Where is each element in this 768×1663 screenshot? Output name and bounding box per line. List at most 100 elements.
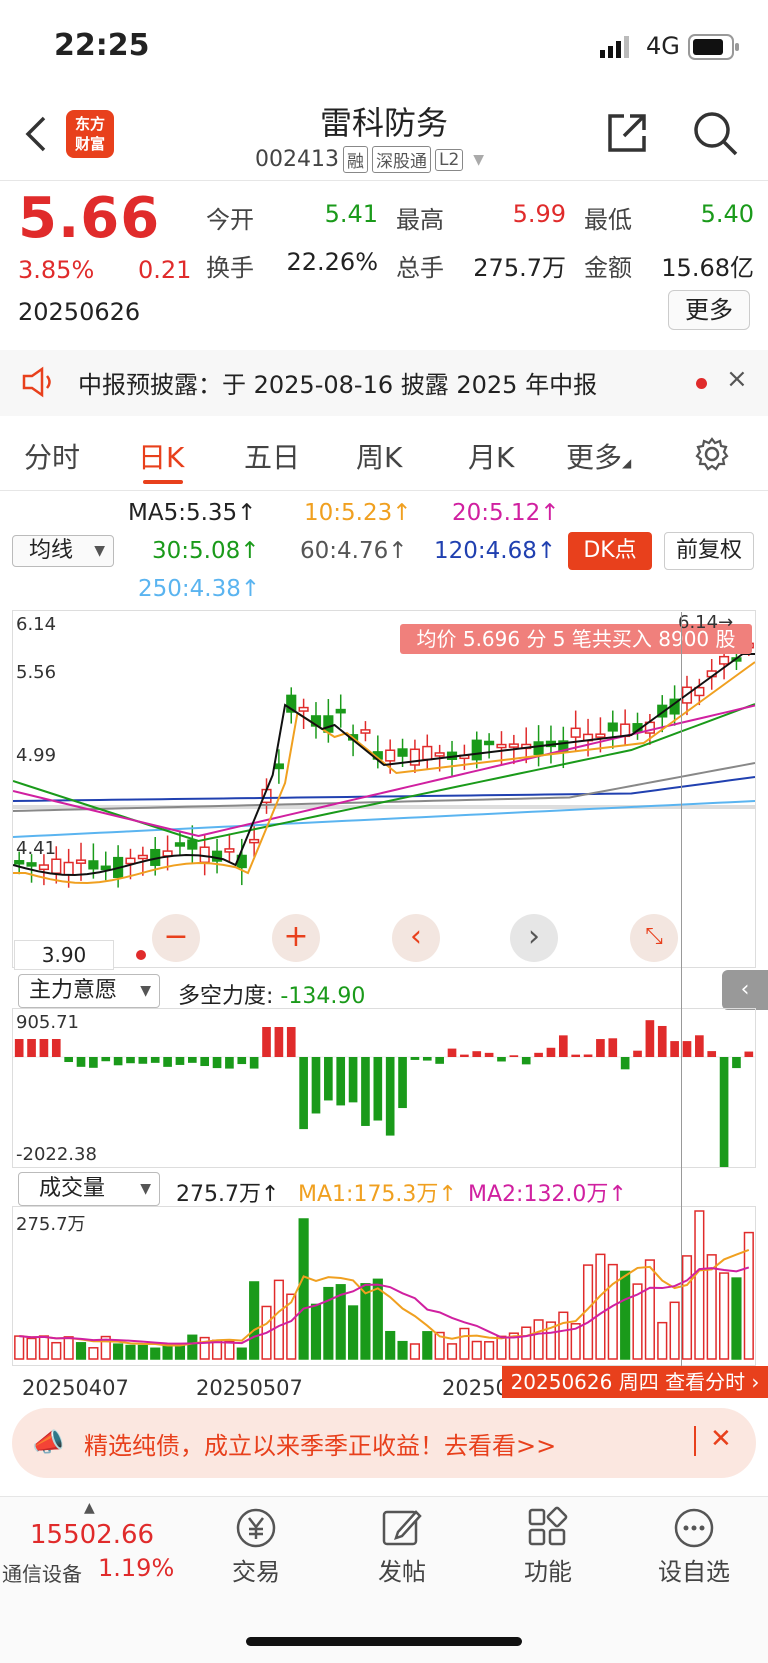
volume-selector[interactable]: 成交量 ▼ <box>18 1172 160 1206</box>
tab-more[interactable]: 更多◢ <box>566 436 631 476</box>
indicator-bar <box>435 1057 444 1064</box>
indicator-bar <box>695 1035 704 1057</box>
tab-monthly-k[interactable]: 月K <box>468 436 514 476</box>
low-price-box: 3.90 <box>14 940 114 970</box>
indicator-bar <box>670 1041 679 1057</box>
caret-down-icon: ▼ <box>473 151 485 168</box>
indicator-bar <box>51 1039 61 1057</box>
nav-add-watchlist[interactable]: 设自选 <box>624 1506 764 1587</box>
signal-icon <box>600 36 636 62</box>
volume-readout: 275.7万↑ <box>176 1182 280 1207</box>
indicator-bar <box>76 1057 86 1067</box>
tab-daily-k[interactable]: 日K <box>138 436 184 476</box>
notice-dot <box>696 378 707 389</box>
nav-trade[interactable]: 交易 <box>186 1506 326 1587</box>
volume-bar <box>607 1263 618 1360</box>
fullscreen-button[interactable]: ⤡ <box>630 914 678 962</box>
pan-right-button[interactable]: › <box>510 914 558 962</box>
candle-body <box>484 740 495 746</box>
notice-close-button[interactable]: × <box>726 364 748 394</box>
ma10-line <box>13 661 755 884</box>
indicator-bar <box>596 1039 605 1057</box>
open-value: 5.41 <box>324 200 378 228</box>
adjust-button[interactable]: 前复权 <box>664 532 754 570</box>
volume-bar <box>731 1277 742 1360</box>
share-icon[interactable] <box>604 110 650 156</box>
home-indicator <box>246 1637 522 1646</box>
tab-five-day[interactable]: 五日 <box>244 436 300 476</box>
candle-body <box>595 733 606 738</box>
candle-body <box>607 722 618 732</box>
volume-bar <box>360 1283 371 1360</box>
x-date-1: 20250407 <box>22 1376 129 1400</box>
tab-weekly-k[interactable]: 周K <box>356 436 402 476</box>
index-percent[interactable]: 1.19% <box>98 1554 174 1582</box>
stock-code: 002413 <box>255 147 339 172</box>
yen-circle-icon <box>186 1506 326 1552</box>
candle-body <box>187 839 198 850</box>
y-label-3: 4.99 <box>16 745 57 766</box>
volume-bar <box>125 1344 136 1360</box>
ma-selector[interactable]: 均线 ▼ <box>12 535 114 567</box>
volume-bar <box>422 1331 433 1360</box>
high-label: 最高 <box>396 206 444 234</box>
volume-bar <box>694 1210 705 1360</box>
zoom-out-button[interactable]: − <box>152 914 200 962</box>
collapse-tab[interactable]: ‹ <box>722 970 768 1010</box>
candle-body <box>51 858 62 874</box>
indicator-selector[interactable]: 主力意愿 ▼ <box>18 974 160 1008</box>
indicator-bar <box>348 1057 358 1103</box>
indicator-bar <box>27 1039 36 1057</box>
indicator-bar <box>534 1052 543 1057</box>
kline-chart[interactable] <box>12 610 756 968</box>
tag-connect: 深股通 <box>371 146 431 173</box>
candle-body <box>125 857 136 865</box>
stock-code-row[interactable]: 002413 融 深股通 L2 ▼ <box>255 146 484 173</box>
index-value[interactable]: 15502.66 <box>30 1520 154 1550</box>
caret-icon: ◢ <box>622 456 632 470</box>
candle-body <box>63 861 74 876</box>
ad-close-button[interactable]: ✕ <box>710 1424 732 1454</box>
candle-body <box>75 859 87 864</box>
indicator-chart[interactable] <box>12 1008 756 1168</box>
volume-bar <box>249 1281 260 1360</box>
indicator-bar <box>645 1020 655 1057</box>
candle-body <box>249 838 260 844</box>
pan-left-button[interactable]: ‹ <box>392 914 440 962</box>
edit-icon <box>332 1506 472 1552</box>
indicator-bar <box>187 1057 197 1063</box>
candle-body <box>137 854 148 860</box>
date-tooltip[interactable]: 20250626 周四 查看分时 › <box>502 1366 768 1398</box>
index-name[interactable]: 通信设备 <box>2 1558 82 1587</box>
volume-max-label: 275.7万 <box>16 1214 86 1235</box>
volume-bar <box>657 1321 668 1360</box>
volume-bar <box>187 1334 198 1360</box>
indicator-bar <box>521 1057 531 1065</box>
indicator-bar <box>138 1057 148 1064</box>
candle-body <box>14 860 25 865</box>
indicator-bar <box>237 1057 247 1065</box>
search-icon[interactable] <box>692 110 738 156</box>
indicator-bar <box>274 1027 284 1057</box>
zoom-in-button[interactable]: + <box>272 914 320 962</box>
indicator-bar <box>39 1039 49 1057</box>
ad-text: 精选纯债，成立以来季季正收益！去看看>> <box>84 1432 557 1460</box>
volume-chart[interactable] <box>12 1206 756 1366</box>
volume-bar <box>496 1335 507 1360</box>
indicator-bar <box>447 1048 457 1057</box>
tab-intraday[interactable]: 分时 <box>24 436 80 476</box>
crosshair-line <box>681 612 682 1366</box>
nav-post[interactable]: 发帖 <box>332 1506 472 1587</box>
candle-body <box>298 706 309 712</box>
nav-functions[interactable]: 功能 <box>478 1506 618 1587</box>
volume-value: 275.7万 <box>473 254 566 282</box>
status-time: 22:25 <box>54 28 150 63</box>
dk-point-button[interactable]: DK点 <box>568 532 652 570</box>
candle-body <box>719 655 730 665</box>
volume-bar <box>310 1303 322 1360</box>
candle-body <box>434 752 445 757</box>
more-button[interactable]: 更多 <box>668 290 750 330</box>
volume-bar <box>38 1335 49 1360</box>
volume-bar <box>521 1326 532 1360</box>
settings-gear-icon[interactable] <box>694 436 730 476</box>
